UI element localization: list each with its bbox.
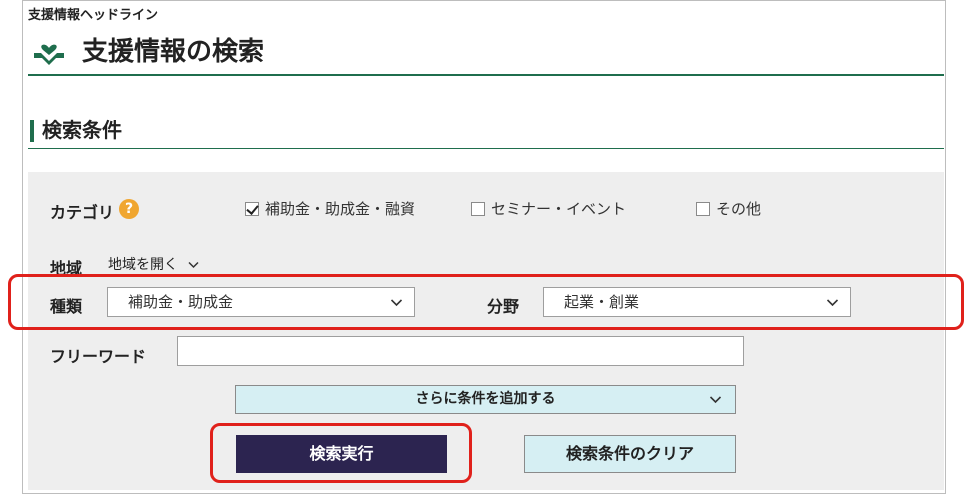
checkbox-unchecked-icon: [471, 201, 485, 216]
checkbox-checked-icon: [245, 201, 259, 216]
add-conditions-button[interactable]: さらに条件を追加する: [235, 385, 736, 414]
search-conditions-panel: [28, 172, 944, 490]
freeword-input[interactable]: [177, 336, 744, 366]
chevron-down-icon: [188, 261, 199, 269]
category-option-label: セミナー・イベント: [491, 200, 627, 218]
support-hands-icon: [34, 44, 64, 65]
category-checkbox-other[interactable]: その他: [696, 198, 761, 219]
chevron-down-icon: [710, 396, 721, 404]
section-header: 検索条件: [28, 112, 944, 149]
category-checkbox-seminar[interactable]: セミナー・イベント: [471, 198, 626, 219]
category-label: カテゴリ: [50, 203, 115, 222]
highlight-type-field-row: [8, 274, 964, 330]
region-open-toggle[interactable]: 地域を開く: [108, 254, 199, 274]
section-title: 検索条件: [42, 118, 122, 142]
page-title-row: 支援情報の検索: [28, 34, 944, 76]
clear-conditions-button[interactable]: 検索条件のクリア: [524, 435, 736, 473]
category-option-label: 補助金・助成金・融資: [265, 200, 416, 218]
category-checkbox-subsidy[interactable]: 補助金・助成金・融資: [245, 198, 415, 219]
category-option-label: その他: [716, 200, 762, 218]
checkbox-unchecked-icon: [696, 201, 710, 216]
region-toggle-label: 地域を開く: [108, 257, 178, 273]
add-conditions-label: さらに条件を追加する: [415, 391, 556, 407]
page-title: 支援情報の検索: [82, 37, 265, 67]
help-icon[interactable]: ?: [119, 199, 139, 219]
highlight-search-button: [210, 423, 472, 483]
headline-label: 支援情報ヘッドライン: [28, 8, 159, 23]
section-accent-bar: [30, 120, 34, 142]
freeword-label: フリーワード: [50, 347, 147, 366]
